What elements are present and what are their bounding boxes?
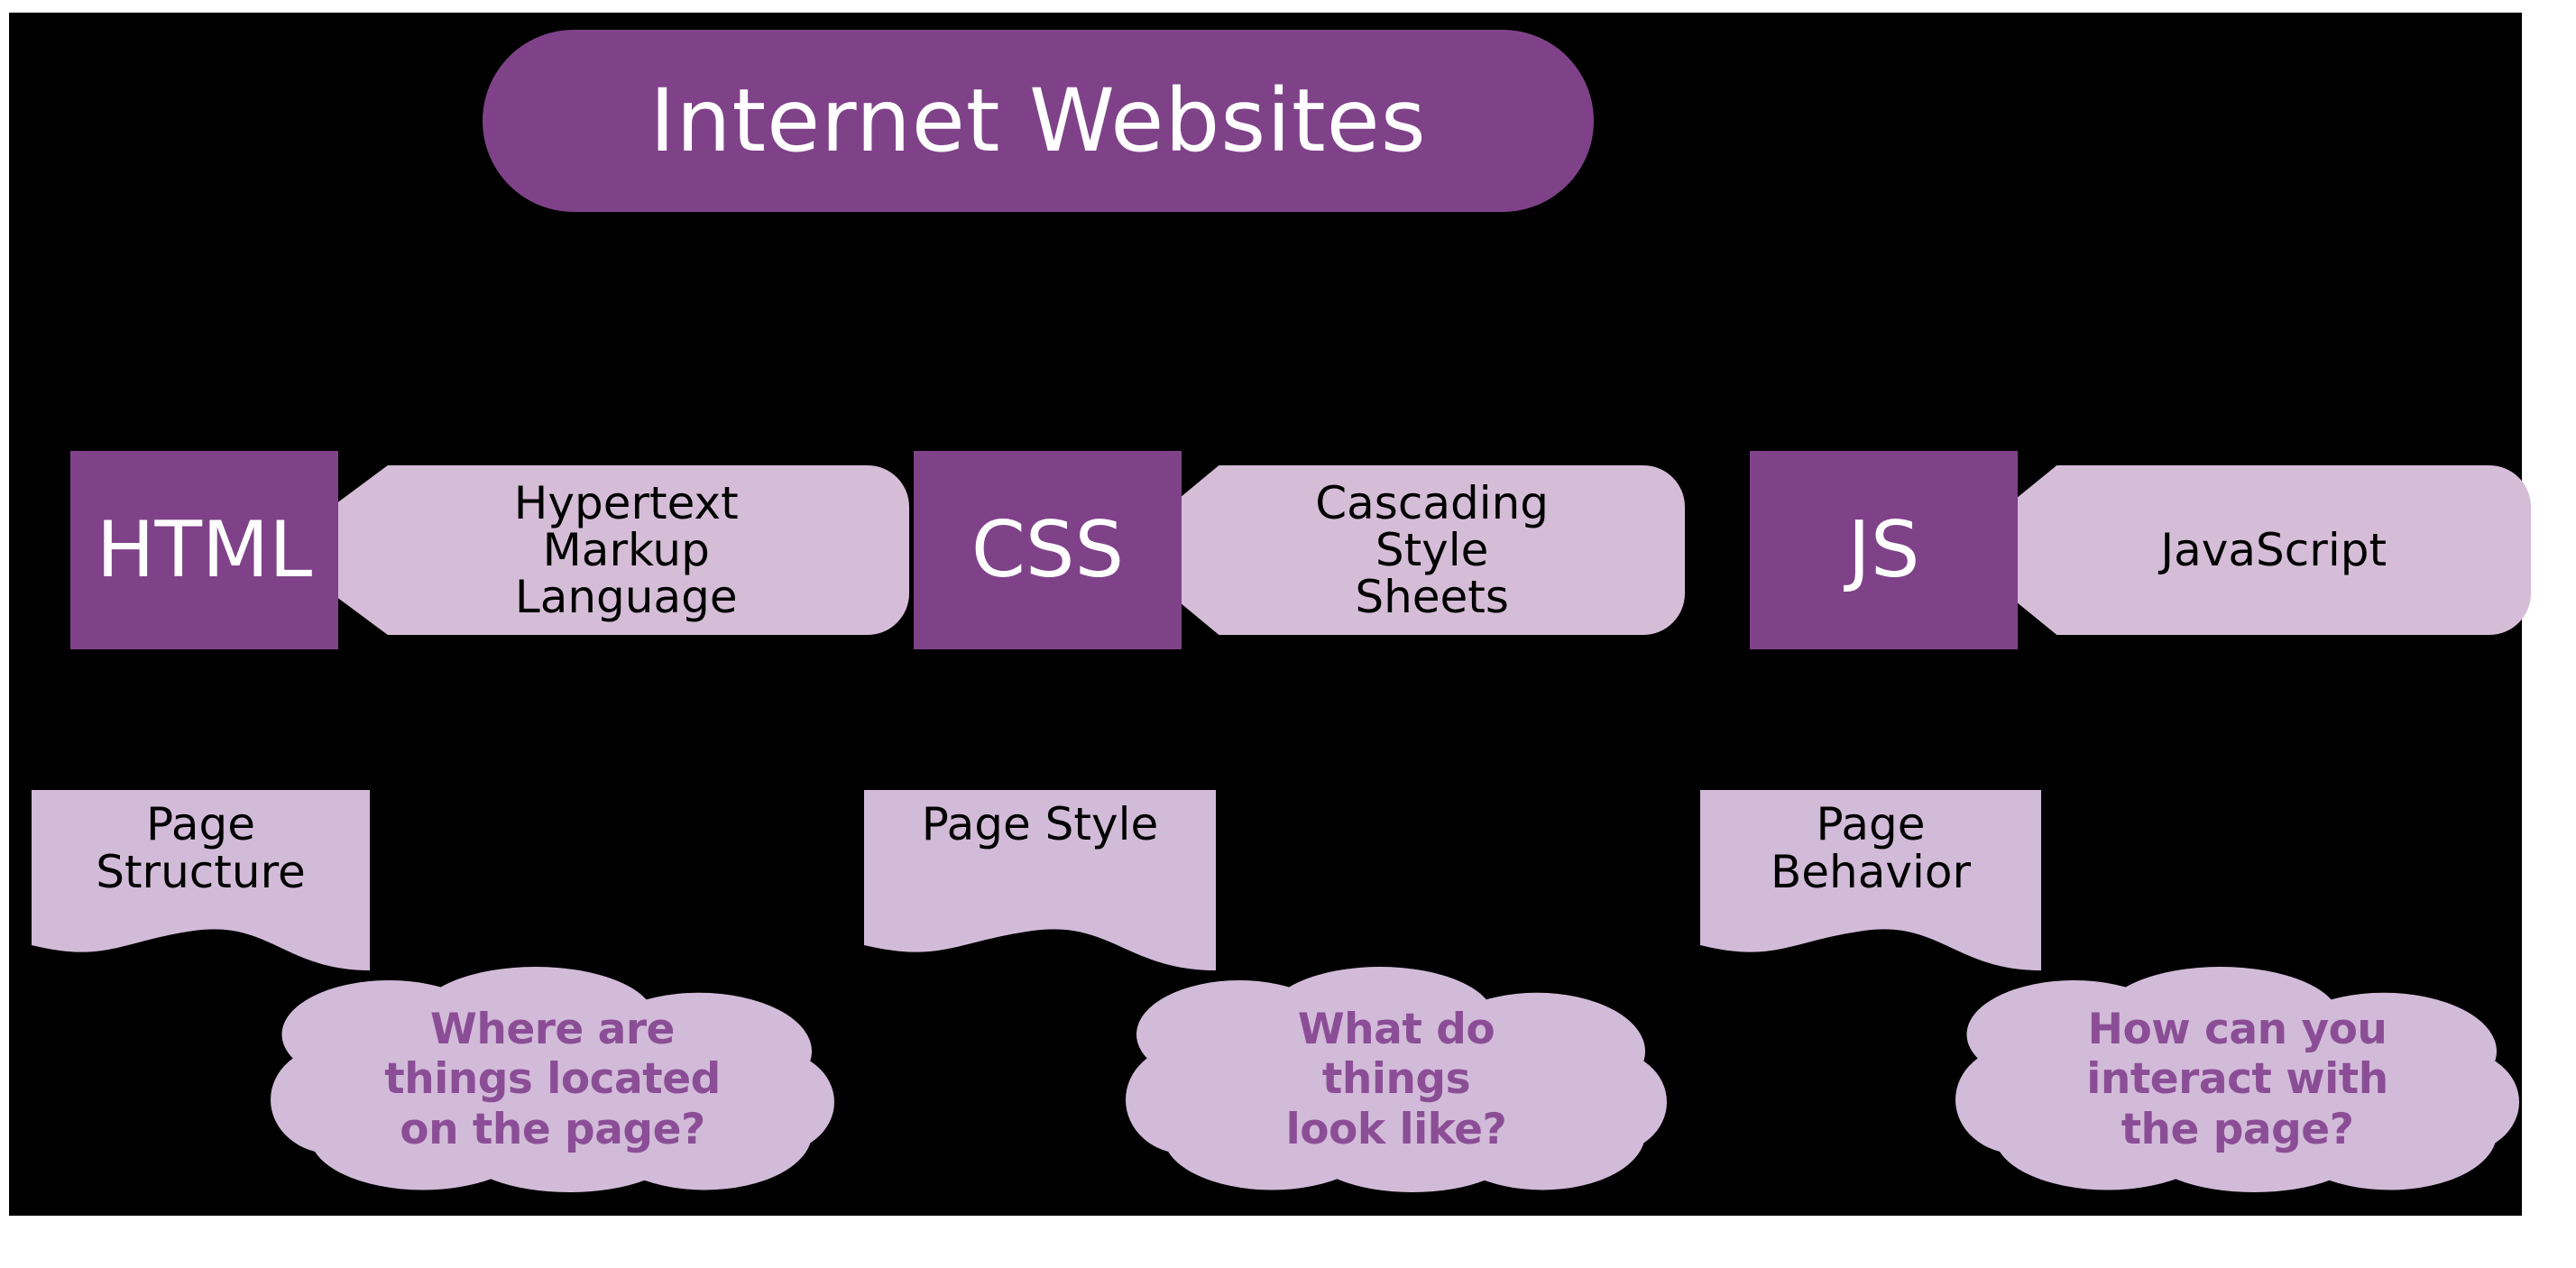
tech-expansion-label: Cascading Style Sheets (1315, 477, 1550, 623)
cloud-question-js: How can you interact with the page? (1955, 967, 2519, 1192)
tech-row-html: HTML Hypertext Markup Language (70, 451, 909, 649)
cloud-question-label: What do things look like? (1285, 1004, 1507, 1154)
tech-row-css: CSS Cascading Style Sheets (914, 451, 1685, 649)
banner-label: Page Behavior (1770, 798, 1972, 898)
cloud-question-label: How can you interact with the page? (2086, 1004, 2388, 1154)
cloud-question-label: Where are things located on the page? (384, 1004, 721, 1154)
tech-chip-js: JS (1750, 451, 2018, 649)
tech-expansion-arrow-css: Cascading Style Sheets (1117, 465, 1685, 635)
banner-label: Page Structure (96, 798, 306, 898)
tech-chip-html: HTML (70, 451, 338, 649)
banner-label: Page Style (921, 798, 1159, 850)
cloud-question-css: What do things look like? (1126, 967, 1667, 1192)
tech-chip-css: CSS (914, 451, 1182, 649)
cloud-question-html: Where are things located on the page? (271, 967, 834, 1192)
banner-page-style: Page Style (864, 790, 1216, 970)
tech-expansion-arrow-html: Hypertext Markup Language (273, 465, 909, 635)
tech-expansion-arrow-js: JavaScript (1953, 465, 2531, 635)
banner-page-behavior: Page Behavior (1700, 790, 2041, 970)
tech-chip-label: HTML (96, 505, 313, 595)
tech-chip-label: JS (1847, 505, 1920, 595)
diagram-title-pill: Internet Websites (483, 30, 1594, 212)
tech-row-js: JS JavaScript (1750, 451, 2531, 649)
tech-chip-label: CSS (971, 505, 1125, 595)
banner-page-structure: Page Structure (32, 790, 370, 970)
page-title: Internet Websites (649, 70, 1427, 171)
diagram-canvas: Internet Websites HTML Hypertext Markup … (9, 13, 2531, 1216)
tech-expansion-label: JavaScript (2160, 524, 2387, 576)
tech-expansion-label: Hypertext Markup Language (513, 477, 739, 623)
